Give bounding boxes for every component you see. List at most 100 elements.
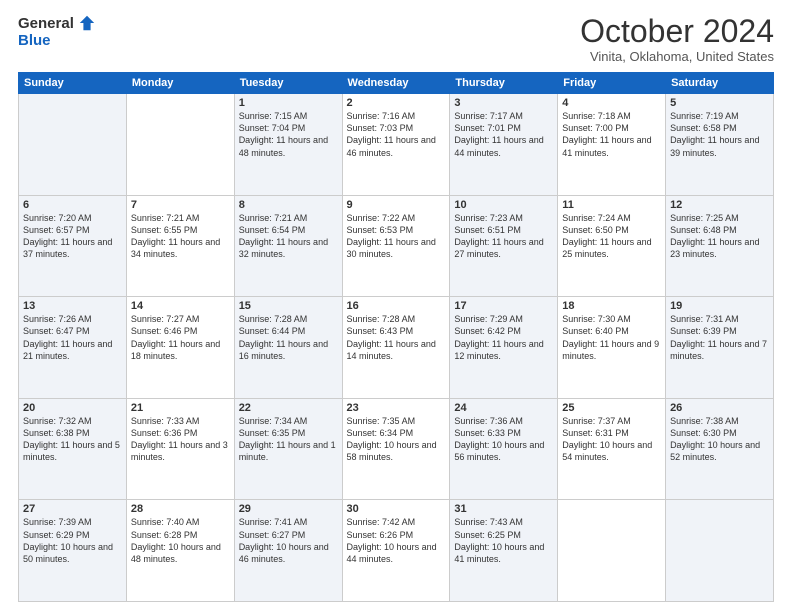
calendar-cell: 21Sunrise: 7:33 AM Sunset: 6:36 PM Dayli… [126,398,234,500]
cell-info: Sunrise: 7:25 AM Sunset: 6:48 PM Dayligh… [670,212,769,261]
col-friday: Friday [558,73,666,94]
cell-content: 2Sunrise: 7:16 AM Sunset: 7:03 PM Daylig… [347,97,446,159]
cell-content: 28Sunrise: 7:40 AM Sunset: 6:28 PM Dayli… [131,503,230,565]
calendar-cell: 23Sunrise: 7:35 AM Sunset: 6:34 PM Dayli… [342,398,450,500]
cell-info: Sunrise: 7:29 AM Sunset: 6:42 PM Dayligh… [454,313,553,362]
cell-info: Sunrise: 7:36 AM Sunset: 6:33 PM Dayligh… [454,415,553,464]
calendar-cell: 10Sunrise: 7:23 AM Sunset: 6:51 PM Dayli… [450,195,558,297]
cell-info: Sunrise: 7:32 AM Sunset: 6:38 PM Dayligh… [23,415,122,464]
calendar-cell: 18Sunrise: 7:30 AM Sunset: 6:40 PM Dayli… [558,297,666,399]
header: General Blue October 2024 Vinita, Oklaho… [18,14,774,64]
calendar-cell: 13Sunrise: 7:26 AM Sunset: 6:47 PM Dayli… [19,297,127,399]
calendar-cell: 1Sunrise: 7:15 AM Sunset: 7:04 PM Daylig… [234,94,342,196]
calendar-cell: 31Sunrise: 7:43 AM Sunset: 6:25 PM Dayli… [450,500,558,602]
day-number: 5 [670,97,769,109]
cell-info: Sunrise: 7:35 AM Sunset: 6:34 PM Dayligh… [347,415,446,464]
cell-info: Sunrise: 7:43 AM Sunset: 6:25 PM Dayligh… [454,516,553,565]
cell-info: Sunrise: 7:34 AM Sunset: 6:35 PM Dayligh… [239,415,338,464]
day-number: 27 [23,503,122,515]
calendar-cell: 15Sunrise: 7:28 AM Sunset: 6:44 PM Dayli… [234,297,342,399]
cell-info: Sunrise: 7:30 AM Sunset: 6:40 PM Dayligh… [562,313,661,362]
day-number: 30 [347,503,446,515]
day-number: 15 [239,300,338,312]
calendar-header: Sunday Monday Tuesday Wednesday Thursday… [19,73,774,94]
day-number: 7 [131,199,230,211]
day-number: 8 [239,199,338,211]
day-number: 29 [239,503,338,515]
cell-info: Sunrise: 7:37 AM Sunset: 6:31 PM Dayligh… [562,415,661,464]
logo: General Blue [18,14,96,49]
cell-content: 20Sunrise: 7:32 AM Sunset: 6:38 PM Dayli… [23,402,122,464]
cell-content: 15Sunrise: 7:28 AM Sunset: 6:44 PM Dayli… [239,300,338,362]
cell-content: 4Sunrise: 7:18 AM Sunset: 7:00 PM Daylig… [562,97,661,159]
day-number: 26 [670,402,769,414]
calendar-cell: 3Sunrise: 7:17 AM Sunset: 7:01 PM Daylig… [450,94,558,196]
cell-content: 31Sunrise: 7:43 AM Sunset: 6:25 PM Dayli… [454,503,553,565]
calendar-cell: 28Sunrise: 7:40 AM Sunset: 6:28 PM Dayli… [126,500,234,602]
cell-info: Sunrise: 7:27 AM Sunset: 6:46 PM Dayligh… [131,313,230,362]
calendar-cell: 8Sunrise: 7:21 AM Sunset: 6:54 PM Daylig… [234,195,342,297]
day-number: 16 [347,300,446,312]
col-saturday: Saturday [666,73,774,94]
calendar-cell: 29Sunrise: 7:41 AM Sunset: 6:27 PM Dayli… [234,500,342,602]
cell-info: Sunrise: 7:23 AM Sunset: 6:51 PM Dayligh… [454,212,553,261]
cell-info: Sunrise: 7:24 AM Sunset: 6:50 PM Dayligh… [562,212,661,261]
cell-info: Sunrise: 7:42 AM Sunset: 6:26 PM Dayligh… [347,516,446,565]
cell-content: 23Sunrise: 7:35 AM Sunset: 6:34 PM Dayli… [347,402,446,464]
calendar-cell: 20Sunrise: 7:32 AM Sunset: 6:38 PM Dayli… [19,398,127,500]
cell-info: Sunrise: 7:31 AM Sunset: 6:39 PM Dayligh… [670,313,769,362]
col-tuesday: Tuesday [234,73,342,94]
calendar-week-0: 1Sunrise: 7:15 AM Sunset: 7:04 PM Daylig… [19,94,774,196]
calendar-cell: 30Sunrise: 7:42 AM Sunset: 6:26 PM Dayli… [342,500,450,602]
calendar-cell [19,94,127,196]
calendar-cell [126,94,234,196]
cell-content: 29Sunrise: 7:41 AM Sunset: 6:27 PM Dayli… [239,503,338,565]
day-number: 11 [562,199,661,211]
cell-content: 25Sunrise: 7:37 AM Sunset: 6:31 PM Dayli… [562,402,661,464]
calendar: Sunday Monday Tuesday Wednesday Thursday… [18,72,774,602]
day-number: 10 [454,199,553,211]
cell-content: 6Sunrise: 7:20 AM Sunset: 6:57 PM Daylig… [23,199,122,261]
day-number: 24 [454,402,553,414]
location: Vinita, Oklahoma, United States [580,49,774,64]
cell-content: 16Sunrise: 7:28 AM Sunset: 6:43 PM Dayli… [347,300,446,362]
day-number: 4 [562,97,661,109]
calendar-cell: 5Sunrise: 7:19 AM Sunset: 6:58 PM Daylig… [666,94,774,196]
logo-icon [78,14,96,32]
cell-info: Sunrise: 7:16 AM Sunset: 7:03 PM Dayligh… [347,110,446,159]
cell-content: 18Sunrise: 7:30 AM Sunset: 6:40 PM Dayli… [562,300,661,362]
cell-content: 5Sunrise: 7:19 AM Sunset: 6:58 PM Daylig… [670,97,769,159]
cell-content: 7Sunrise: 7:21 AM Sunset: 6:55 PM Daylig… [131,199,230,261]
cell-content: 26Sunrise: 7:38 AM Sunset: 6:30 PM Dayli… [670,402,769,464]
cell-info: Sunrise: 7:21 AM Sunset: 6:54 PM Dayligh… [239,212,338,261]
calendar-cell: 27Sunrise: 7:39 AM Sunset: 6:29 PM Dayli… [19,500,127,602]
calendar-cell: 17Sunrise: 7:29 AM Sunset: 6:42 PM Dayli… [450,297,558,399]
calendar-cell: 19Sunrise: 7:31 AM Sunset: 6:39 PM Dayli… [666,297,774,399]
day-number: 20 [23,402,122,414]
calendar-cell: 22Sunrise: 7:34 AM Sunset: 6:35 PM Dayli… [234,398,342,500]
day-number: 19 [670,300,769,312]
cell-content: 14Sunrise: 7:27 AM Sunset: 6:46 PM Dayli… [131,300,230,362]
cell-info: Sunrise: 7:26 AM Sunset: 6:47 PM Dayligh… [23,313,122,362]
logo-blue-text: Blue [18,32,51,49]
day-number: 21 [131,402,230,414]
cell-info: Sunrise: 7:17 AM Sunset: 7:01 PM Dayligh… [454,110,553,159]
calendar-week-3: 20Sunrise: 7:32 AM Sunset: 6:38 PM Dayli… [19,398,774,500]
cell-info: Sunrise: 7:22 AM Sunset: 6:53 PM Dayligh… [347,212,446,261]
day-number: 12 [670,199,769,211]
cell-content: 13Sunrise: 7:26 AM Sunset: 6:47 PM Dayli… [23,300,122,362]
day-number: 13 [23,300,122,312]
day-number: 6 [23,199,122,211]
cell-content: 12Sunrise: 7:25 AM Sunset: 6:48 PM Dayli… [670,199,769,261]
calendar-cell: 7Sunrise: 7:21 AM Sunset: 6:55 PM Daylig… [126,195,234,297]
cell-content: 9Sunrise: 7:22 AM Sunset: 6:53 PM Daylig… [347,199,446,261]
cell-info: Sunrise: 7:15 AM Sunset: 7:04 PM Dayligh… [239,110,338,159]
calendar-cell: 11Sunrise: 7:24 AM Sunset: 6:50 PM Dayli… [558,195,666,297]
cell-content: 27Sunrise: 7:39 AM Sunset: 6:29 PM Dayli… [23,503,122,565]
col-sunday: Sunday [19,73,127,94]
col-monday: Monday [126,73,234,94]
cell-content: 24Sunrise: 7:36 AM Sunset: 6:33 PM Dayli… [454,402,553,464]
calendar-cell: 26Sunrise: 7:38 AM Sunset: 6:30 PM Dayli… [666,398,774,500]
cell-info: Sunrise: 7:40 AM Sunset: 6:28 PM Dayligh… [131,516,230,565]
calendar-cell: 24Sunrise: 7:36 AM Sunset: 6:33 PM Dayli… [450,398,558,500]
